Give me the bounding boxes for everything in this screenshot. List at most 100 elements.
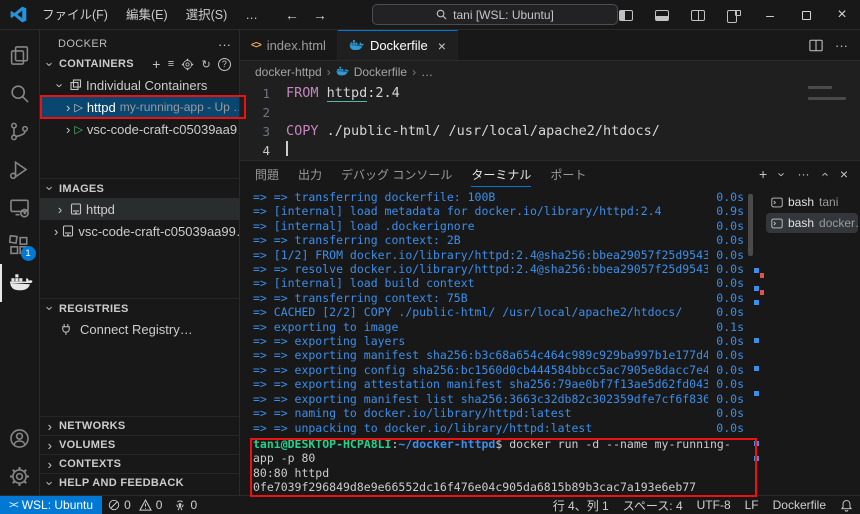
problems-status[interactable]: 0 0: [102, 496, 168, 514]
breadcrumb-folder[interactable]: docker-httpd: [255, 65, 322, 79]
ruler-mark: [754, 456, 759, 461]
terminal-instance-docker[interactable]: bash docker…: [766, 213, 858, 233]
terminal-line: => CACHED [2/2] COPY ./public-html/ /usr…: [253, 305, 744, 319]
customize-layout-icon[interactable]: [727, 10, 741, 21]
split-editor-icon[interactable]: [809, 39, 823, 52]
toggle-panel-icon[interactable]: [655, 10, 669, 21]
image-item-vsc[interactable]: › vsc-code-craft-c05039aa99…: [40, 220, 239, 242]
code-line-4: 4: [240, 141, 860, 160]
breadcrumb-file[interactable]: Dockerfile: [354, 65, 407, 79]
warning-icon: [139, 499, 152, 511]
menu-selection[interactable]: 選択(S): [177, 0, 237, 30]
toggle-secondary-sidebar-icon[interactable]: [691, 10, 705, 21]
close-panel-icon[interactable]: ×: [840, 166, 848, 182]
error-icon: [108, 499, 120, 511]
breadcrumb-more[interactable]: …: [421, 65, 433, 79]
radio-tower-icon: [174, 499, 186, 511]
sidebar-more-icon[interactable]: ···: [218, 37, 231, 52]
filter-icon[interactable]: ≡: [168, 58, 175, 70]
ruler-mark: [754, 441, 759, 446]
panel-more-icon[interactable]: ···: [797, 167, 809, 181]
close-tab-icon[interactable]: ×: [438, 38, 446, 54]
tab-output[interactable]: 出力: [298, 161, 322, 187]
notifications-bell-icon[interactable]: [833, 499, 860, 512]
terminal-line: => => exporting config sha256:bc1560d0cb…: [253, 363, 744, 377]
section-volumes[interactable]: › VOLUMES: [40, 435, 239, 454]
terminal[interactable]: => => transferring dockerfile: 100B0.0s=…: [240, 187, 764, 495]
container-item-httpd[interactable]: › ▷ httpd my-running-app - Up …: [40, 96, 239, 118]
refresh-icon[interactable]: ↻: [201, 58, 211, 71]
code-line-2: 2: [240, 103, 860, 122]
image-reference-link[interactable]: httpd: [327, 85, 368, 102]
menu-file[interactable]: ファイル(F): [33, 0, 117, 30]
ruler-mark: [754, 268, 759, 273]
container-item-vsc[interactable]: › ▷ vsc-code-craft-c05039aa9…: [40, 118, 239, 140]
help-icon[interactable]: ?: [218, 58, 231, 71]
encoding-status[interactable]: UTF-8: [690, 498, 738, 512]
settings-gear-icon[interactable]: [0, 457, 40, 495]
tree-group-individual-containers[interactable]: › Individual Containers: [40, 74, 239, 96]
terminal-line: => => exporting manifest list sha256:366…: [253, 392, 744, 406]
terminal-dropdown-icon[interactable]: ›: [775, 172, 790, 176]
image-icon: [62, 225, 74, 237]
source-control-icon[interactable]: [0, 112, 40, 150]
command-center-search[interactable]: tani [WSL: Ubuntu]: [372, 4, 618, 25]
ruler-mark-error: [760, 290, 764, 295]
window-maximize-button[interactable]: [788, 0, 824, 30]
indentation-status[interactable]: スペース: 4: [616, 497, 690, 514]
tab-index-html[interactable]: <> index.html: [240, 30, 338, 60]
tab-terminal[interactable]: ターミナル: [471, 161, 531, 187]
section-registries[interactable]: › REGISTRIES: [40, 298, 239, 318]
search-sidebar-icon[interactable]: [0, 74, 40, 112]
extensions-badge: 1: [21, 246, 36, 261]
nav-forward-icon[interactable]: →: [313, 7, 327, 23]
terminal-scrollbar[interactable]: [748, 194, 753, 256]
section-containers[interactable]: › CONTAINERS + ≡ ↻ ?: [40, 54, 239, 74]
explorer-icon[interactable]: [0, 36, 40, 74]
remote-indicator[interactable]: >< WSL: Ubuntu: [0, 496, 102, 514]
bottom-panel: 問題 出力 デバッグ コンソール ターミナル ポート + › ··· › × =…: [240, 160, 860, 495]
section-networks[interactable]: › NETWORKS: [40, 416, 239, 435]
tab-debug-console[interactable]: デバッグ コンソール: [341, 161, 452, 187]
new-terminal-icon[interactable]: +: [759, 166, 767, 182]
ruler-mark: [754, 338, 759, 343]
section-images[interactable]: › IMAGES: [40, 178, 239, 198]
terminal-line: => exporting to image0.1s: [253, 320, 744, 334]
language-mode-status[interactable]: Dockerfile: [766, 498, 833, 512]
toggle-sidebar-icon[interactable]: [619, 10, 633, 21]
docker-icon[interactable]: [0, 264, 40, 302]
terminal-command-wrap: 80:80 httpd: [253, 466, 744, 480]
tab-ports[interactable]: ポート: [550, 161, 586, 187]
cursor-position-status[interactable]: 行 4、列 1: [546, 497, 616, 514]
image-item-httpd[interactable]: › httpd: [40, 198, 239, 220]
nav-back-icon[interactable]: ←: [285, 7, 299, 23]
window-close-button[interactable]: ×: [824, 0, 860, 30]
ports-status[interactable]: 0: [168, 496, 203, 514]
code-editor[interactable]: 1 FROM httpd:2.4 2 3 COPY ./public-html/…: [240, 82, 860, 160]
connect-registry-item[interactable]: Connect Registry…: [40, 318, 239, 340]
docker-whale-icon: [336, 65, 349, 78]
terminal-instance-tani[interactable]: bash tani: [766, 192, 858, 212]
terminal-container-id: 0fe7039f296849d8e9e66552dc16f476e04c905d…: [253, 480, 744, 494]
tab-problems[interactable]: 問題: [255, 161, 279, 187]
terminal-line: => => resolve docker.io/library/httpd:2.…: [253, 262, 744, 276]
html-file-icon: <>: [251, 40, 261, 51]
window-minimize-button[interactable]: –: [752, 0, 788, 30]
add-icon[interactable]: +: [152, 56, 160, 72]
accounts-icon[interactable]: [0, 419, 40, 457]
menu-more[interactable]: …: [236, 0, 267, 30]
menu-edit[interactable]: 編集(E): [117, 0, 177, 30]
maximize-panel-icon[interactable]: ›: [817, 172, 832, 176]
section-contexts[interactable]: › CONTEXTS: [40, 454, 239, 473]
editor-more-icon[interactable]: ···: [835, 38, 848, 53]
remote-explorer-icon[interactable]: [0, 188, 40, 226]
editor-tabs-bar: <> index.html Dockerfile × ···: [240, 30, 860, 61]
section-help-feedback[interactable]: › HELP AND FEEDBACK: [40, 473, 239, 492]
image-icon: [70, 203, 82, 215]
extensions-icon[interactable]: 1: [0, 226, 40, 264]
tab-dockerfile[interactable]: Dockerfile ×: [338, 30, 458, 60]
minimap[interactable]: [808, 86, 850, 103]
eol-status[interactable]: LF: [738, 498, 766, 512]
containers-settings-icon[interactable]: [181, 58, 194, 71]
run-debug-icon[interactable]: [0, 150, 40, 188]
